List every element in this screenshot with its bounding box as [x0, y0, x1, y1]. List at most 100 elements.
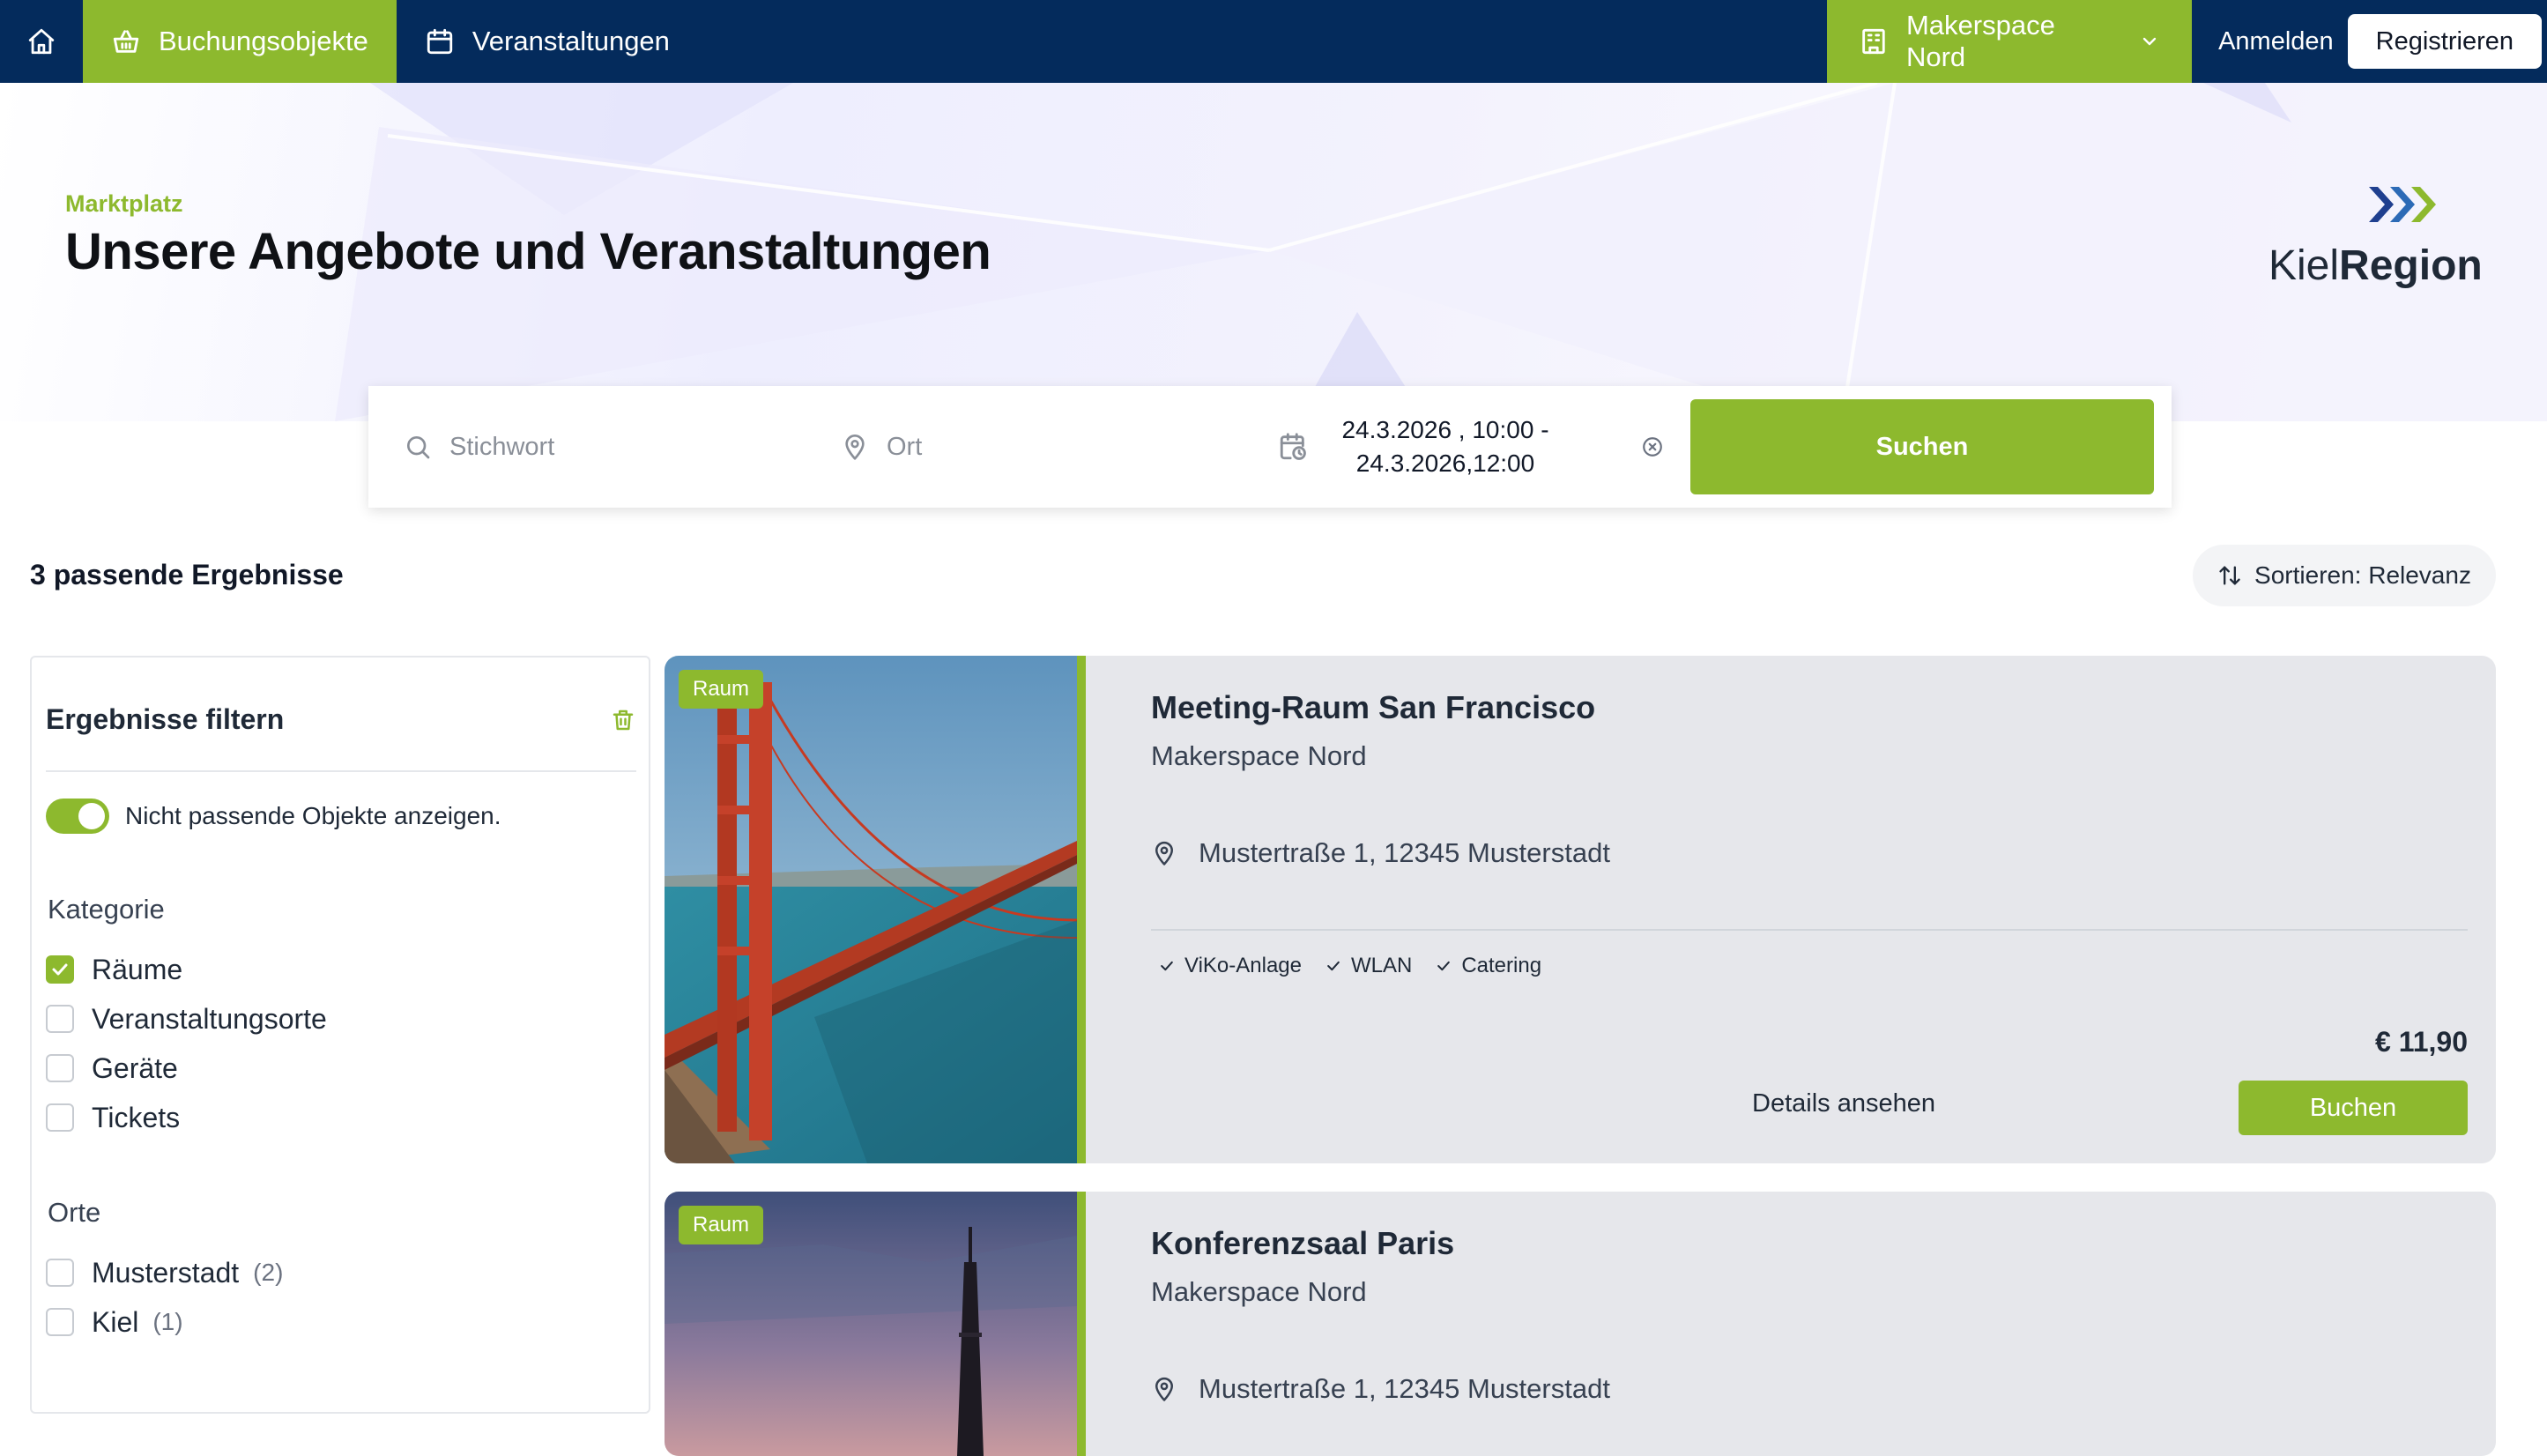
check-icon: [1437, 961, 1451, 971]
card-address: Mustertraße 1, 12345 Musterstadt: [1151, 837, 1610, 869]
feature-item: ViKo-Anlage: [1158, 954, 1302, 978]
date-range-field[interactable]: 24.3.2026 , 10:00 - 24.3.2026,12:00: [1243, 413, 1622, 480]
kielregion-logo: KielRegion: [2269, 183, 2489, 298]
category-heading: Kategorie: [48, 894, 165, 925]
show-unmatched-toggle[interactable]: [46, 799, 109, 834]
checkbox-raeume[interactable]: [46, 955, 74, 984]
date-start: 24.3.2026 , 10:00 -: [1341, 416, 1549, 443]
category-label-tickets: Tickets: [92, 1101, 181, 1133]
sort-arrows-icon: [2219, 566, 2240, 585]
place-field[interactable]: Ort: [806, 433, 1243, 462]
feature-item: WLAN: [1325, 954, 1412, 978]
date-range-value[interactable]: 24.3.2026 , 10:00 - 24.3.2026,12:00: [1331, 413, 1560, 480]
card-price: € 11,90: [2375, 1026, 2468, 1058]
book-button[interactable]: Buchen: [2239, 1081, 2468, 1135]
map-pin-icon: [1155, 841, 1173, 865]
hero-kicker: Marktplatz: [65, 190, 183, 217]
feature-label: WLAN: [1350, 954, 1413, 977]
clear-date-button[interactable]: [1622, 435, 1683, 458]
place-input[interactable]: Ort: [887, 433, 922, 462]
filter-panel: Ergebnisse filtern Nicht passende Objekt…: [30, 656, 650, 1414]
place-kiel[interactable]: Kiel (1): [46, 1297, 283, 1347]
filter-header: Ergebnisse filtern: [46, 703, 636, 736]
logo-text-light: Kiel: [2269, 242, 2340, 289]
building-icon: [1862, 28, 1885, 55]
places-heading: Orte: [48, 1197, 101, 1228]
sort-button[interactable]: Sortieren: Relevanz: [2193, 545, 2496, 606]
card-divider: [1151, 929, 2468, 931]
calendar-icon: [427, 28, 453, 55]
card-image-golden-gate: [665, 656, 1077, 1163]
result-card[interactable]: Raum Konferenzsaal Paris Makerspace Nord…: [665, 1192, 2496, 1456]
place-count-kiel: (1): [152, 1308, 183, 1335]
category-tickets[interactable]: Tickets: [46, 1093, 327, 1142]
category-label-geraete: Geräte: [92, 1051, 178, 1084]
feature-label: Catering: [1461, 954, 1542, 977]
category-badge: Raum: [679, 670, 764, 709]
golden-gate-bridge-image: [665, 656, 1077, 1163]
place-label-kiel: Kiel: [92, 1305, 139, 1338]
card-address: Mustertraße 1, 12345 Musterstadt: [1151, 1373, 1610, 1405]
trash-icon[interactable]: [610, 707, 636, 733]
category-veranstaltungsorte[interactable]: Veranstaltungsorte: [46, 994, 327, 1044]
card-address-text: Mustertraße 1, 12345 Musterstadt: [1199, 1373, 1610, 1404]
category-raeume[interactable]: Räume: [46, 945, 327, 994]
logo-text-bold: Region: [2339, 242, 2483, 289]
card-provider: Makerspace Nord: [1151, 740, 1367, 771]
checkbox-tickets[interactable]: [46, 1103, 74, 1132]
logo-arrows-icon: [2369, 187, 2436, 222]
places-list: Musterstadt (2) Kiel (1): [46, 1248, 283, 1347]
login-link[interactable]: Anmelden: [2192, 0, 2348, 83]
result-count: 3 passende Ergebnisse: [30, 559, 344, 591]
checkbox-veranstaltungsorte[interactable]: [46, 1005, 74, 1033]
tab-buchungsobjekte-label: Buchungsobjekte: [159, 26, 368, 56]
checkbox-geraete[interactable]: [46, 1054, 74, 1082]
category-label-raeume: Räume: [92, 953, 183, 985]
tab-veranstaltungen-label: Veranstaltungen: [472, 26, 670, 56]
category-geraete[interactable]: Geräte: [46, 1044, 327, 1093]
hero-banner: Marktplatz Unsere Angebote und Veranstal…: [0, 83, 2547, 421]
details-link[interactable]: Details ansehen: [1752, 1089, 1935, 1118]
map-pin-icon: [1155, 1377, 1173, 1401]
top-navigation: Buchungsobjekte Veranstaltungen Makerspa…: [0, 0, 2547, 83]
date-end: 24.3.2026,12:00: [1355, 449, 1535, 477]
card-title[interactable]: Konferenzsaal Paris: [1151, 1225, 1454, 1262]
feature-label: ViKo-Anlage: [1184, 954, 1302, 977]
show-unmatched-label: Nicht passende Objekte anzeigen.: [125, 802, 501, 829]
category-label-veranstaltungsorte: Veranstaltungsorte: [92, 1002, 327, 1035]
feature-list: ViKo-Anlage WLAN Catering: [1158, 954, 1541, 978]
feature-item: Catering: [1435, 954, 1541, 978]
category-list: Räume Veranstaltungsorte Geräte Tickets: [46, 945, 327, 1142]
search-button[interactable]: Suchen: [1690, 399, 2154, 494]
home-button[interactable]: [0, 0, 83, 83]
show-unmatched-toggle-row: Nicht passende Objekte anzeigen.: [46, 799, 501, 834]
card-accent-bar: [1077, 656, 1086, 1163]
home-icon: [28, 28, 55, 55]
check-icon: [52, 963, 68, 976]
card-address-text: Mustertraße 1, 12345 Musterstadt: [1199, 837, 1610, 868]
tab-veranstaltungen[interactable]: Veranstaltungen: [397, 0, 698, 83]
checkbox-musterstadt[interactable]: [46, 1259, 74, 1287]
place-count-musterstadt: (2): [253, 1259, 284, 1286]
keyword-input[interactable]: Stichwort: [449, 433, 554, 462]
card-title[interactable]: Meeting-Raum San Francisco: [1151, 689, 1595, 726]
chevron-down-icon: [2142, 37, 2157, 46]
search-bar: Stichwort Ort 24.3.2026 , 10:00 - 24.3.2…: [368, 386, 2172, 508]
checkbox-kiel[interactable]: [46, 1308, 74, 1336]
keyword-field[interactable]: Stichwort: [368, 433, 806, 462]
filter-title: Ergebnisse filtern: [46, 703, 285, 735]
location-selector[interactable]: Makerspace Nord: [1827, 0, 2193, 83]
clear-circle-icon: [1643, 437, 1662, 457]
register-button[interactable]: Registrieren: [2347, 14, 2542, 69]
check-icon: [1161, 961, 1173, 971]
place-label-musterstadt: Musterstadt: [92, 1256, 240, 1289]
card-accent-bar: [1077, 1192, 1086, 1456]
filter-divider: [46, 770, 636, 772]
category-badge: Raum: [679, 1206, 764, 1244]
check-icon: [1327, 961, 1340, 971]
tab-buchungsobjekte[interactable]: Buchungsobjekte: [83, 0, 397, 83]
place-musterstadt[interactable]: Musterstadt (2): [46, 1248, 283, 1297]
map-pin-icon: [845, 435, 865, 460]
search-icon: [407, 436, 430, 459]
result-card[interactable]: Raum Meeting-Raum San Francisco Makerspa…: [665, 656, 2496, 1163]
